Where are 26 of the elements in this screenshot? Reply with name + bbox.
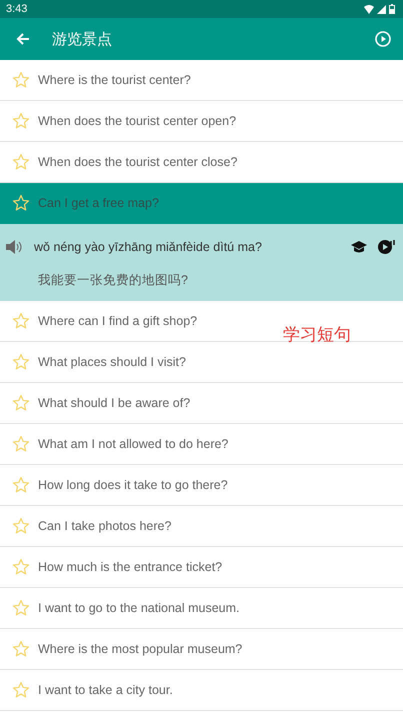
star-icon[interactable] [12,640,30,658]
star-icon[interactable] [12,353,30,371]
star-icon[interactable] [12,194,30,212]
star-icon[interactable] [12,681,30,699]
chinese-text: 我能要一张免费的地图吗? [38,272,189,289]
star-icon[interactable] [12,153,30,171]
status-time: 3:43 [6,3,28,15]
play-button[interactable] [375,31,391,47]
star-icon[interactable] [12,435,30,453]
star-icon[interactable] [12,71,30,89]
wifi-icon [364,4,374,14]
signal-icon [377,4,386,14]
star-icon[interactable] [12,599,30,617]
toolbar-title: 游览景点 [52,30,113,48]
star-icon[interactable] [12,517,30,535]
record-play-button[interactable] [377,239,395,255]
star-icon[interactable] [12,558,30,576]
back-button[interactable] [16,32,30,46]
graduation-cap-button[interactable] [351,240,367,254]
star-icon[interactable] [12,312,30,330]
speaker-button[interactable] [6,240,24,254]
star-icon[interactable] [12,394,30,412]
star-icon[interactable] [12,476,30,494]
pinyin-text: wǒ néng yào yīzhāng miǎnfèide dìtú ma? [34,240,263,254]
star-icon[interactable] [12,112,30,130]
battery-icon [389,4,395,14]
